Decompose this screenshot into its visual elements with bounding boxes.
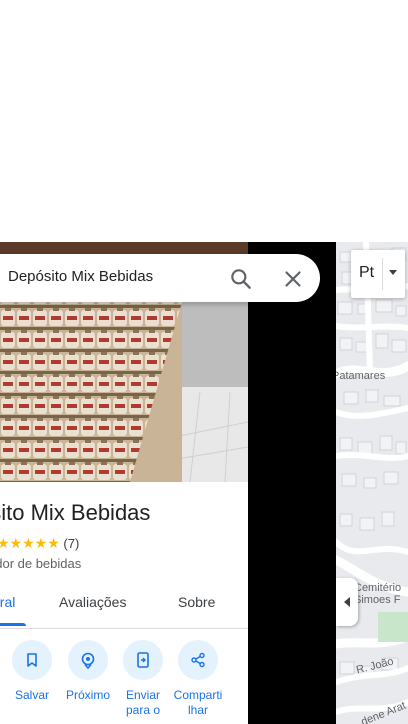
map-layer-button[interactable]: Pt: [351, 250, 405, 298]
nearby-button[interactable]: Próximo: [60, 640, 116, 703]
bookmark-icon: [12, 640, 52, 680]
action-label: Salvar: [14, 688, 49, 702]
divider: [382, 258, 383, 290]
street-label: Patamares: [336, 370, 386, 382]
share-icon: [178, 640, 218, 680]
search-icon[interactable]: [228, 266, 254, 292]
action-label: Enviar para o: [125, 688, 161, 717]
cemetery-label: Cemitério Simoes F: [354, 582, 402, 606]
review-count[interactable]: (7): [63, 536, 79, 551]
place-category[interactable]: edor de bebidas: [0, 556, 81, 571]
action-label: Próximo: [65, 688, 110, 702]
search-bar: Depósito Mix Bebidas: [0, 254, 320, 302]
map-tiles: [336, 242, 408, 724]
panel-divider: [248, 242, 336, 724]
tab-reviews[interactable]: Avaliações: [59, 594, 126, 610]
star-rating-icon: ★★★★★: [0, 535, 60, 551]
close-icon[interactable]: [280, 266, 306, 292]
send-to-phone-icon: [123, 640, 163, 680]
rating-row[interactable]: ★★★★★ (7): [0, 535, 79, 552]
tab-overview[interactable]: eral: [0, 594, 15, 610]
place-tabs: eral Avaliações Sobre: [0, 590, 248, 629]
collapse-panel-button[interactable]: [336, 578, 358, 626]
map-canvas[interactable]: Patamares Cemitério Simoes F R. João den…: [336, 242, 408, 724]
place-title: ósito Mix Bebidas: [0, 500, 151, 525]
action-label: Comparti lhar: [173, 688, 223, 717]
layer-label: Pt: [359, 264, 375, 281]
chevron-down-icon[interactable]: [389, 270, 397, 275]
place-panel: ósito Mix Bebidas ★★★★★ (7) edor de bebi…: [0, 242, 248, 724]
send-to-phone-button[interactable]: Enviar para o: [115, 640, 171, 718]
nearby-icon: [68, 640, 108, 680]
active-tab-indicator: [0, 623, 26, 626]
search-input[interactable]: Depósito Mix Bebidas: [8, 268, 153, 285]
tab-about[interactable]: Sobre: [178, 594, 215, 610]
chevron-left-icon: [344, 597, 350, 607]
share-button[interactable]: Comparti lhar: [170, 640, 226, 718]
save-button[interactable]: Salvar: [4, 640, 60, 703]
